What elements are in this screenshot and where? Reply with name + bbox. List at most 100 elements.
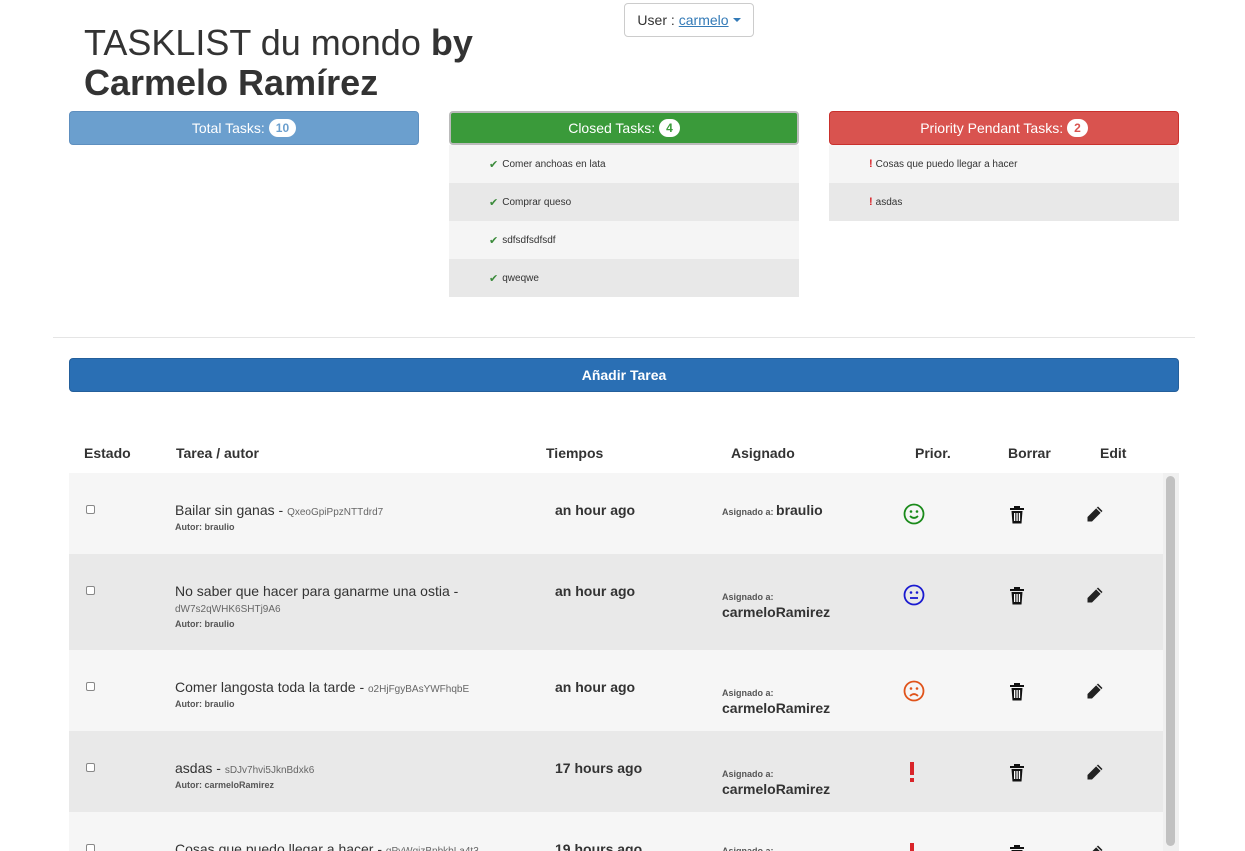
task-title[interactable]: No saber que hacer para ganarme una osti… bbox=[175, 583, 458, 599]
trash-icon[interactable] bbox=[1009, 506, 1025, 524]
section-divider bbox=[53, 337, 1195, 338]
pencil-icon[interactable] bbox=[1086, 844, 1104, 851]
check-icon: ✔ bbox=[489, 158, 499, 171]
task-author: Autor: braulio bbox=[175, 699, 235, 709]
table-row: asdas - sDJv7hvi5JknBdxk6 Autor: carmeloR… bbox=[69, 731, 1164, 812]
task-title[interactable]: asdas - bbox=[175, 760, 225, 776]
header-asignado: Asignado bbox=[731, 445, 795, 461]
closed-tasks-panel: Closed Tasks: 4 ✔ Comer anchoas en lata ✔ C… bbox=[449, 111, 799, 297]
list-item[interactable]: ! asdas bbox=[829, 183, 1179, 221]
closed-tasks-label: Closed Tasks: bbox=[568, 120, 656, 136]
task-cell: asdas - sDJv7hvi5JknBdxk6 Autor: carmeloR… bbox=[175, 760, 515, 791]
page-title: TASKLIST du mondo by Carmelo Ramírez bbox=[84, 22, 473, 103]
closed-tasks-badge: 4 bbox=[659, 119, 680, 137]
priority-tasks-list: ! Cosas que puedo llegar a hacer! asdas bbox=[829, 145, 1179, 221]
task-cell: No saber que hacer para ganarme una osti… bbox=[175, 583, 515, 630]
task-author: Autor: braulio bbox=[175, 522, 235, 532]
header-tiempos: Tiempos bbox=[546, 445, 604, 461]
trash-icon[interactable] bbox=[1009, 845, 1025, 851]
assignee-cell: Asignado a: carmeloRamirez bbox=[722, 765, 872, 797]
status-checkbox[interactable] bbox=[86, 505, 95, 514]
list-item-label: Comprar queso bbox=[502, 196, 572, 208]
trash-icon[interactable] bbox=[1009, 764, 1025, 782]
list-item-label: sdfsdfsdfsdf bbox=[502, 234, 556, 246]
task-id: qPyWqjzBpbkbLa4t3 bbox=[386, 846, 479, 851]
add-task-button[interactable]: Añadir Tarea bbox=[69, 358, 1179, 392]
assignee-cell: Asignado a: bbox=[722, 842, 872, 851]
task-id: dW7s2qWHK6SHTj9A6 bbox=[175, 604, 281, 615]
exclamation-icon bbox=[903, 761, 925, 783]
task-id: sDJv7hvi5JknBdxk6 bbox=[224, 765, 315, 776]
total-tasks-header[interactable]: Total Tasks: 10 bbox=[69, 111, 419, 145]
trash-icon[interactable] bbox=[1009, 683, 1025, 701]
exclamation-icon: ! bbox=[869, 196, 873, 208]
table-row: No saber que hacer para ganarme una osti… bbox=[69, 554, 1164, 650]
priority-tasks-badge: 2 bbox=[1067, 119, 1088, 137]
assignee-name: braulio bbox=[776, 502, 823, 518]
table-row: Comer langosta toda la tarde - o2HjFgyBA… bbox=[69, 650, 1164, 731]
assigned-label: Asignado a: bbox=[722, 846, 774, 851]
task-time: an hour ago bbox=[555, 583, 636, 599]
header-edit: Edit bbox=[1100, 445, 1127, 461]
total-tasks-badge: 10 bbox=[268, 119, 297, 137]
assignee-name: carmeloRamirez bbox=[722, 700, 831, 716]
priority-tasks-header[interactable]: Priority Pendant Tasks: 2 bbox=[829, 111, 1179, 145]
caret-down-icon[interactable] bbox=[732, 18, 741, 22]
task-time: an hour ago bbox=[555, 679, 636, 695]
task-time: an hour ago bbox=[555, 502, 636, 518]
check-icon: ✔ bbox=[489, 272, 499, 285]
task-id: o2HjFgyBAsYWFhqbE bbox=[368, 684, 470, 695]
pencil-icon[interactable] bbox=[1086, 505, 1104, 523]
face-medium-icon bbox=[903, 584, 925, 606]
task-cell: Bailar sin ganas - QxeoGpiPpzNTTdrd7 Auto… bbox=[175, 502, 515, 533]
header-prior: Prior. bbox=[915, 445, 951, 461]
user-name-link[interactable]: carmelo bbox=[679, 12, 729, 28]
pencil-icon[interactable] bbox=[1086, 682, 1104, 700]
pencil-icon[interactable] bbox=[1086, 586, 1104, 604]
task-time: 19 hours ago bbox=[555, 841, 643, 851]
task-title[interactable]: Bailar sin ganas - bbox=[175, 502, 287, 518]
list-item[interactable]: ! Cosas que puedo llegar a hacer bbox=[829, 145, 1179, 183]
status-checkbox[interactable] bbox=[86, 763, 95, 772]
closed-tasks-list: ✔ Comer anchoas en lata ✔ Comprar queso ✔ sdf… bbox=[449, 145, 799, 297]
list-item-label: Cosas que puedo llegar a hacer bbox=[875, 158, 1018, 170]
user-label: User : bbox=[637, 12, 675, 28]
status-checkbox[interactable] bbox=[86, 586, 95, 595]
header-estado: Estado bbox=[84, 445, 131, 461]
assignee-name: carmeloRamirez bbox=[722, 604, 831, 620]
assigned-label: Asignado a: bbox=[722, 769, 774, 779]
list-item-label: qweqwe bbox=[502, 272, 539, 284]
task-time: 17 hours ago bbox=[555, 760, 643, 776]
header-tarea: Tarea / autor bbox=[176, 445, 259, 461]
list-item[interactable]: ✔ sdfsdfsdfsdf bbox=[449, 221, 799, 259]
status-checkbox[interactable] bbox=[86, 682, 95, 691]
header-borrar: Borrar bbox=[1008, 445, 1051, 461]
pencil-icon[interactable] bbox=[1086, 763, 1104, 781]
closed-tasks-header[interactable]: Closed Tasks: 4 bbox=[449, 111, 799, 145]
task-author: Autor: carmeloRamirez bbox=[175, 780, 275, 790]
list-item[interactable]: ✔ Comprar queso bbox=[449, 183, 799, 221]
check-icon: ✔ bbox=[489, 196, 499, 209]
assignee-cell: Asignado a: braulio bbox=[722, 503, 872, 520]
list-item-label: asdas bbox=[875, 196, 903, 208]
check-icon: ✔ bbox=[489, 234, 499, 247]
assignee-cell: Asignado a: carmeloRamirez bbox=[722, 684, 872, 716]
face-low-icon bbox=[903, 503, 925, 525]
user-dropdown[interactable]: User : carmelo bbox=[624, 3, 754, 37]
table-scrollbar-thumb[interactable] bbox=[1166, 476, 1175, 846]
task-cell: Comer langosta toda la tarde - o2HjFgyBA… bbox=[175, 679, 515, 710]
status-checkbox[interactable] bbox=[86, 844, 95, 851]
list-item[interactable]: ✔ qweqwe bbox=[449, 259, 799, 297]
list-item[interactable]: ✔ Comer anchoas en lata bbox=[449, 145, 799, 183]
table-row: Bailar sin ganas - QxeoGpiPpzNTTdrd7 Auto… bbox=[69, 473, 1164, 554]
assigned-label: Asignado a: bbox=[722, 688, 774, 698]
exclamation-icon: ! bbox=[869, 158, 873, 170]
total-tasks-label: Total Tasks: bbox=[191, 120, 265, 136]
trash-icon[interactable] bbox=[1009, 587, 1025, 605]
assignee-name: carmeloRamirez bbox=[722, 781, 831, 797]
task-title[interactable]: Cosas que puedo llegar a hacer - bbox=[175, 841, 386, 851]
tasks-table: Bailar sin ganas - QxeoGpiPpzNTTdrd7 Auto… bbox=[69, 473, 1179, 851]
task-title[interactable]: Comer langosta toda la tarde - bbox=[175, 679, 368, 695]
priority-tasks-panel: Priority Pendant Tasks: 2 ! Cosas que pue… bbox=[829, 111, 1179, 221]
list-item-label: Comer anchoas en lata bbox=[502, 158, 606, 170]
